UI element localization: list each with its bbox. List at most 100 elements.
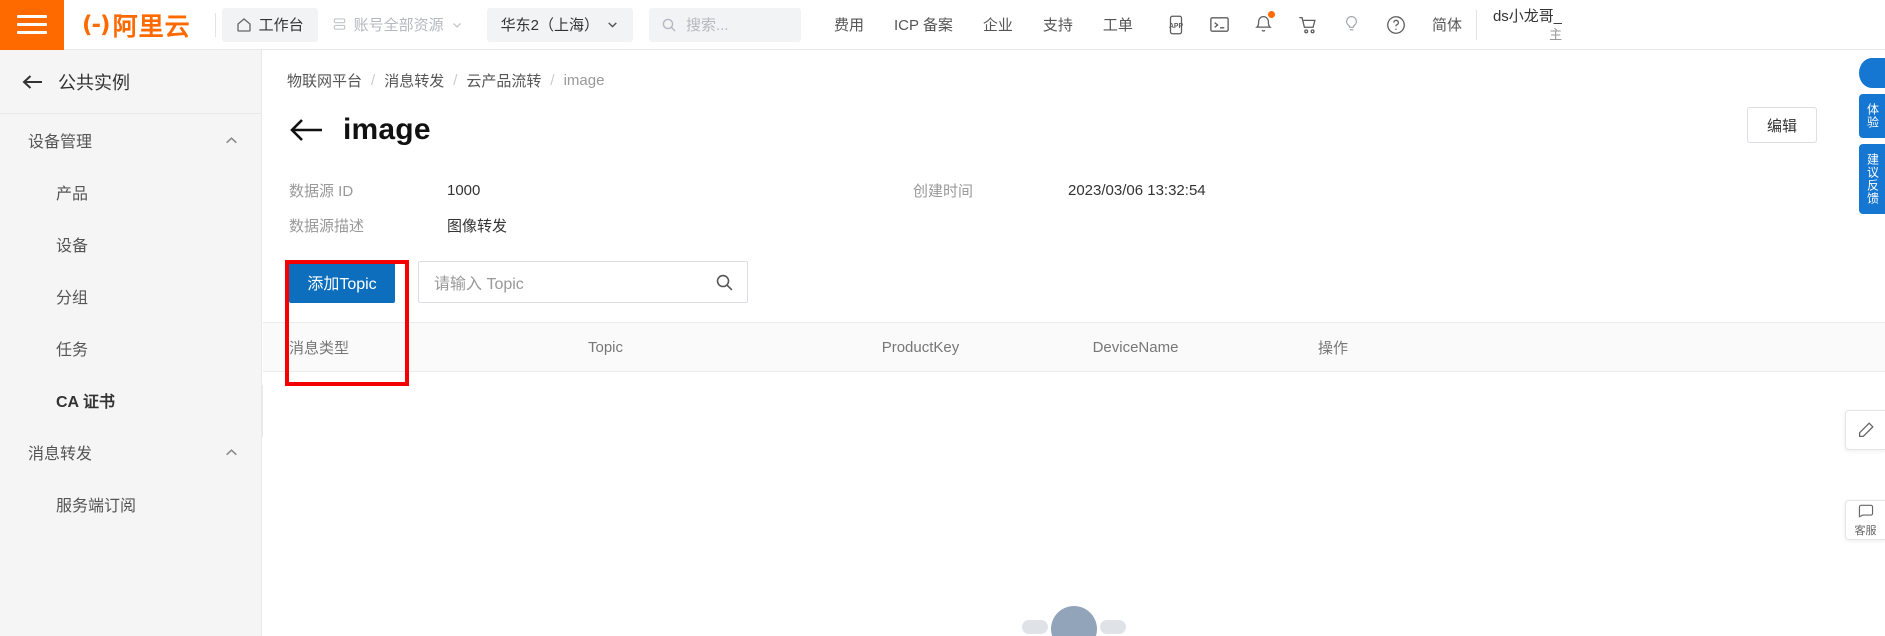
help-icon[interactable] xyxy=(1374,0,1418,50)
workbench-button[interactable]: 工作台 xyxy=(221,7,318,42)
user-subtitle: 主 xyxy=(1549,26,1563,42)
region-label: 华东2（上海） xyxy=(500,17,599,34)
bell-icon[interactable] xyxy=(1242,0,1286,50)
feedback-pencil-button[interactable] xyxy=(1845,410,1885,450)
page-title: image xyxy=(343,113,431,146)
main-content: 物联网平台 / 消息转发 / 云产品流转 / image image 编辑 数据… xyxy=(263,50,1885,636)
sidebar-back-label: 公共实例 xyxy=(58,72,130,93)
user-account-menu[interactable]: ds小龙哥_ 主 xyxy=(1477,0,1562,50)
rail-tab-feedback[interactable]: 建议反馈 xyxy=(1859,144,1885,214)
breadcrumb-separator: / xyxy=(453,72,458,89)
sidebar-group-label: 设备管理 xyxy=(28,134,93,151)
sidebar-item-server-subscription[interactable]: 服务端订阅 xyxy=(0,478,261,530)
console-terminal-icon[interactable] xyxy=(1198,0,1242,50)
customer-service-button[interactable]: 客服 xyxy=(1845,500,1885,540)
topic-search-input[interactable]: 请输入 Topic xyxy=(418,261,748,303)
sidebar-item-products[interactable]: 产品 xyxy=(0,166,261,218)
info-value: 2023/03/06 13:32:54 xyxy=(1068,182,1206,199)
breadcrumb-item-current: image xyxy=(563,72,605,89)
sidebar: 公共实例 设备管理 产品 设备 分组 任务 CA 证书 消息转发 服务端订阅 xyxy=(0,50,262,636)
edit-button[interactable]: 编辑 xyxy=(1747,107,1817,143)
region-selector[interactable]: 华东2（上海） xyxy=(486,7,633,42)
add-topic-button[interactable]: 添加Topic xyxy=(289,261,395,303)
hamburger-bar xyxy=(17,23,47,26)
breadcrumb-item-message-forwarding[interactable]: 消息转发 xyxy=(384,70,444,91)
chevron-up-icon xyxy=(224,445,239,460)
breadcrumb-item-iot-platform[interactable]: 物联网平台 xyxy=(287,70,362,91)
user-name: ds小龙哥_ xyxy=(1492,7,1563,25)
nav-link-enterprise[interactable]: 企业 xyxy=(968,14,1028,35)
column-header-devicename: DeviceName xyxy=(1092,338,1179,356)
info-label: 数据源描述 xyxy=(289,218,365,235)
bulb-icon[interactable] xyxy=(1330,0,1374,50)
workbench-label: 工作台 xyxy=(258,17,304,34)
global-search[interactable]: 搜索... xyxy=(648,7,801,42)
column-header-topic: Topic xyxy=(587,338,624,356)
chevron-down-icon xyxy=(451,19,463,31)
nav-link-icp[interactable]: ICP 备案 xyxy=(879,14,968,35)
column-header-productkey: ProductKey xyxy=(881,338,960,356)
sidebar-item-groups[interactable]: 分组 xyxy=(0,270,261,322)
svg-text:APP: APP xyxy=(1169,22,1184,29)
page-back-arrow-icon[interactable] xyxy=(289,117,325,143)
column-header-message-type: 消息类型 xyxy=(289,339,350,357)
app-icon[interactable]: APP xyxy=(1154,0,1198,50)
page-root: (-) 阿里云 工作台 账号全部资源 华东2（上海） 搜索... 费用 ICP … xyxy=(0,0,1885,636)
sidebar-item-tasks[interactable]: 任务 xyxy=(0,322,261,374)
empty-state-illustration-left xyxy=(1022,620,1048,634)
cart-icon[interactable] xyxy=(1286,0,1330,50)
rail-tab-round[interactable] xyxy=(1859,58,1885,88)
sidebar-item-ca-certificate[interactable]: CA 证书 xyxy=(0,374,261,426)
hamburger-bar xyxy=(17,31,47,34)
chevron-down-icon xyxy=(606,18,619,31)
datasource-info: 数据源 ID 1000 创建时间 2023/03/06 13:32:54 数据源… xyxy=(263,147,1885,243)
info-label: 数据源 ID xyxy=(289,183,354,200)
topic-search-placeholder: 请输入 Topic xyxy=(434,276,524,293)
hamburger-bar xyxy=(17,15,47,18)
empty-state-illustration xyxy=(1051,606,1097,636)
info-label: 创建时间 xyxy=(913,183,974,200)
nav-link-ticket[interactable]: 工单 xyxy=(1088,14,1148,35)
header-icon-group: APP xyxy=(1154,0,1418,50)
language-switcher[interactable]: 简体 xyxy=(1418,14,1476,35)
all-resources-label: 账号全部资源 xyxy=(353,17,444,34)
breadcrumb-separator: / xyxy=(550,72,555,89)
sidebar-group-message-forwarding[interactable]: 消息转发 xyxy=(0,426,261,478)
table-header-row: 消息类型 Topic ProductKey DeviceName 操作 xyxy=(263,322,1885,372)
arrow-left-icon xyxy=(22,73,44,91)
page-header: image 编辑 xyxy=(263,91,1885,147)
nav-link-fees[interactable]: 费用 xyxy=(819,14,879,35)
search-icon[interactable] xyxy=(715,273,734,292)
aliyun-logo-text: 阿里云 xyxy=(112,12,191,41)
info-row-datasource-id: 数据源 ID 1000 创建时间 2023/03/06 13:32:54 xyxy=(289,173,1885,208)
sidebar-group-label: 消息转发 xyxy=(28,446,93,463)
info-row-datasource-description: 数据源描述 图像转发 xyxy=(289,208,1885,243)
breadcrumb-item-cloud-product-flow[interactable]: 云产品流转 xyxy=(466,70,541,91)
sidebar-item-devices[interactable]: 设备 xyxy=(0,218,261,270)
info-value: 图像转发 xyxy=(447,218,508,235)
sidebar-group-device-management[interactable]: 设备管理 xyxy=(0,114,261,166)
right-side-rail: 体验 建议反馈 xyxy=(1859,58,1885,220)
sidebar-back-public-instance[interactable]: 公共实例 xyxy=(0,50,261,114)
aliyun-logo-icon: (-) xyxy=(82,11,111,38)
nav-link-support[interactable]: 支持 xyxy=(1028,14,1088,35)
all-resources-dropdown[interactable]: 账号全部资源 xyxy=(318,8,477,42)
global-search-placeholder: 搜索... xyxy=(685,17,729,34)
search-icon xyxy=(661,17,677,33)
hamburger-icon[interactable] xyxy=(0,0,64,50)
notification-badge xyxy=(1267,10,1275,18)
global-header: (-) 阿里云 工作台 账号全部资源 华东2（上海） 搜索... 费用 ICP … xyxy=(0,0,1885,50)
info-row-create-time: 创建时间 2023/03/06 13:32:54 xyxy=(913,180,1206,201)
customer-service-label: 客服 xyxy=(1854,525,1877,537)
topic-toolbar: 添加Topic 请输入 Topic xyxy=(263,243,1885,303)
rail-tab-experience[interactable]: 体验 xyxy=(1859,94,1885,138)
breadcrumb-separator: / xyxy=(371,72,376,89)
header-nav: 费用 ICP 备案 企业 支持 工单 xyxy=(819,14,1148,35)
empty-state-illustration-right xyxy=(1100,620,1126,634)
column-header-actions: 操作 xyxy=(1317,339,1348,357)
chevron-up-icon xyxy=(224,133,239,148)
breadcrumb: 物联网平台 / 消息转发 / 云产品流转 / image xyxy=(263,50,1885,91)
topic-table: 消息类型 Topic ProductKey DeviceName 操作 xyxy=(263,322,1885,372)
home-icon xyxy=(236,17,252,33)
aliyun-logo[interactable]: (-) 阿里云 xyxy=(64,0,205,50)
